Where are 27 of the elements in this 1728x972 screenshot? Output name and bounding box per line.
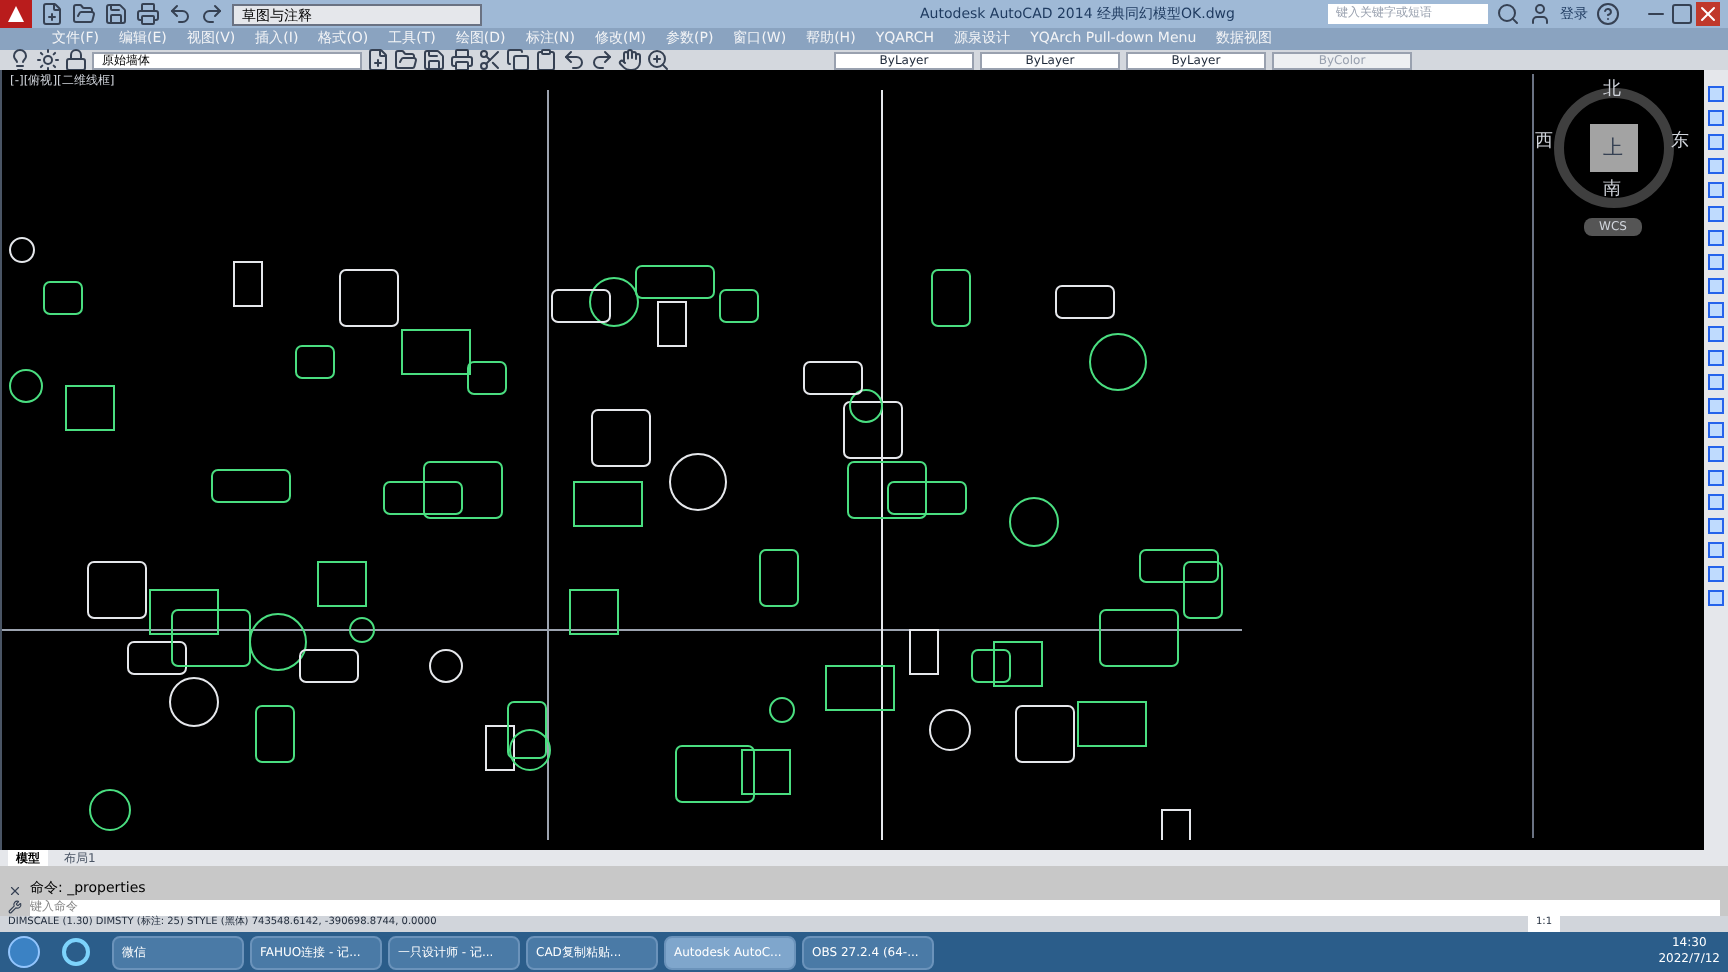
close-icon[interactable] <box>8 884 22 898</box>
open-folder-icon[interactable] <box>394 48 418 72</box>
save-icon[interactable] <box>422 48 446 72</box>
redo-icon[interactable] <box>590 48 614 72</box>
new-file-icon[interactable] <box>366 48 390 72</box>
wrench-icon[interactable] <box>8 900 22 914</box>
start-button[interactable] <box>8 936 40 968</box>
lightbulb-icon[interactable] <box>8 48 32 72</box>
compass-north[interactable]: 北 <box>1603 78 1621 105</box>
compass-west[interactable]: 西 <box>1535 130 1553 157</box>
print-icon[interactable] <box>450 48 474 72</box>
user-icon[interactable] <box>1528 2 1552 26</box>
app-logo-icon[interactable] <box>0 0 32 28</box>
compass-east[interactable]: 东 <box>1671 130 1689 157</box>
pan-icon[interactable] <box>618 48 642 72</box>
help-icon[interactable] <box>1596 2 1620 26</box>
undo-icon[interactable] <box>562 48 586 72</box>
viewcube-top-face[interactable]: 上 <box>1589 124 1637 172</box>
sun-icon[interactable] <box>36 48 60 72</box>
close-icon[interactable] <box>1696 2 1720 26</box>
cut-icon[interactable] <box>478 48 502 72</box>
copy-icon[interactable] <box>506 48 530 72</box>
compass-south[interactable]: 南 <box>1603 178 1621 205</box>
maximize-icon[interactable] <box>1670 2 1694 26</box>
lock-icon[interactable] <box>64 48 88 72</box>
paste-icon[interactable] <box>534 48 558 72</box>
zoom-icon[interactable] <box>646 48 670 72</box>
